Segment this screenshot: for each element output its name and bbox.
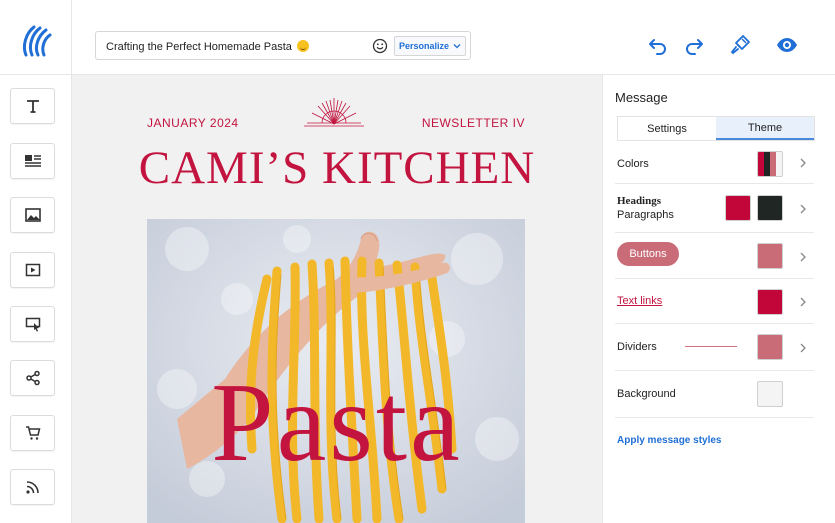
text-links-label: Text links	[617, 295, 663, 307]
button-block-button[interactable]	[10, 306, 55, 342]
paragraph-color-swatch[interactable]	[757, 195, 783, 221]
smiling-face-emoji	[296, 40, 309, 52]
text-links-row[interactable]: Text links	[615, 279, 814, 324]
share-icon	[25, 370, 40, 386]
palette-swatch[interactable]	[757, 151, 783, 177]
dividers-label: Dividers	[617, 341, 657, 353]
palette-light-stripe	[776, 152, 782, 176]
text-icon	[26, 100, 39, 113]
image-block-button[interactable]	[10, 197, 55, 233]
newsletter-issue[interactable]: NEWSLETTER IV	[422, 116, 525, 130]
headings-label: Headings	[617, 195, 662, 207]
chevron-right-icon	[800, 158, 806, 168]
background-color-swatch[interactable]	[757, 381, 783, 407]
typography-row[interactable]: Headings Paragraphs	[615, 184, 814, 233]
image-icon	[24, 208, 41, 222]
rss-block-button[interactable]	[10, 469, 55, 505]
chevron-right-icon	[800, 297, 806, 307]
paragraphs-label: Paragraphs	[617, 209, 674, 221]
message-styles-panel: Message Settings Theme Colors Headings P…	[602, 75, 835, 523]
emoji-picker-icon[interactable]	[372, 38, 388, 54]
social-share-block-button[interactable]	[10, 360, 55, 396]
panel-title: Message	[615, 90, 668, 105]
divider-color-swatch[interactable]	[757, 334, 783, 360]
email-canvas[interactable]: JANUARY 2024 NEWSLETTER IV CAMI’S KITCHE…	[72, 75, 602, 523]
text-image-icon	[24, 155, 41, 167]
buttons-label: Buttons	[629, 248, 667, 260]
dividers-row[interactable]: Dividers	[615, 324, 814, 371]
preview-eye-icon[interactable]	[775, 34, 799, 56]
colors-row[interactable]: Colors	[615, 141, 814, 184]
subject-line-field[interactable]: Crafting the Perfect Homemade Pasta Pers…	[95, 31, 471, 60]
chevron-right-icon	[800, 343, 806, 353]
hero-title[interactable]: Pasta	[72, 359, 602, 488]
rss-icon	[25, 481, 39, 494]
app-logo[interactable]	[0, 24, 72, 68]
cursor-button-icon	[25, 317, 40, 332]
cart-icon	[25, 426, 40, 440]
editor-toolbar: Crafting the Perfect Homemade Pasta Pers…	[72, 0, 835, 75]
tab-theme[interactable]: Theme	[716, 117, 814, 140]
buttons-row[interactable]: Buttons	[615, 233, 814, 279]
rail-separator	[0, 74, 72, 75]
chevron-right-icon	[800, 204, 806, 214]
email-editor: Crafting the Perfect Homemade Pasta Pers…	[0, 0, 835, 523]
button-style-sample: Buttons	[617, 242, 679, 266]
tab-settings[interactable]: Settings	[618, 117, 716, 140]
subject-line-text: Crafting the Perfect Homemade Pasta	[106, 40, 309, 53]
newsletter-brand-heading[interactable]: CAMI’S KITCHEN	[72, 141, 602, 195]
undo-icon[interactable]	[647, 34, 669, 56]
content-blocks-rail	[0, 0, 72, 523]
text-image-block-button[interactable]	[10, 143, 55, 179]
button-color-swatch[interactable]	[757, 243, 783, 269]
link-color-swatch[interactable]	[757, 289, 783, 315]
apply-message-styles-link[interactable]: Apply message styles	[617, 435, 722, 446]
text-block-button[interactable]	[10, 88, 55, 124]
sunburst-ornament-icon	[304, 98, 364, 127]
personalize-button[interactable]: Personalize	[394, 36, 466, 56]
app-logo-icon	[22, 25, 52, 57]
background-label: Background	[617, 388, 676, 400]
heading-color-swatch[interactable]	[725, 195, 751, 221]
newsletter-date[interactable]: JANUARY 2024	[147, 116, 239, 130]
redo-icon[interactable]	[683, 34, 705, 56]
video-block-button[interactable]	[10, 252, 55, 288]
video-icon	[25, 263, 40, 277]
personalize-label: Personalize	[398, 41, 450, 51]
colors-label: Colors	[617, 158, 649, 170]
divider-style-sample	[685, 346, 737, 347]
background-row[interactable]: Background	[615, 371, 814, 418]
chevron-down-icon	[453, 44, 461, 49]
paint-brush-icon[interactable]	[729, 34, 751, 56]
panel-tabs: Settings Theme	[617, 116, 815, 141]
chevron-right-icon	[800, 252, 806, 262]
product-block-button[interactable]	[10, 415, 55, 451]
